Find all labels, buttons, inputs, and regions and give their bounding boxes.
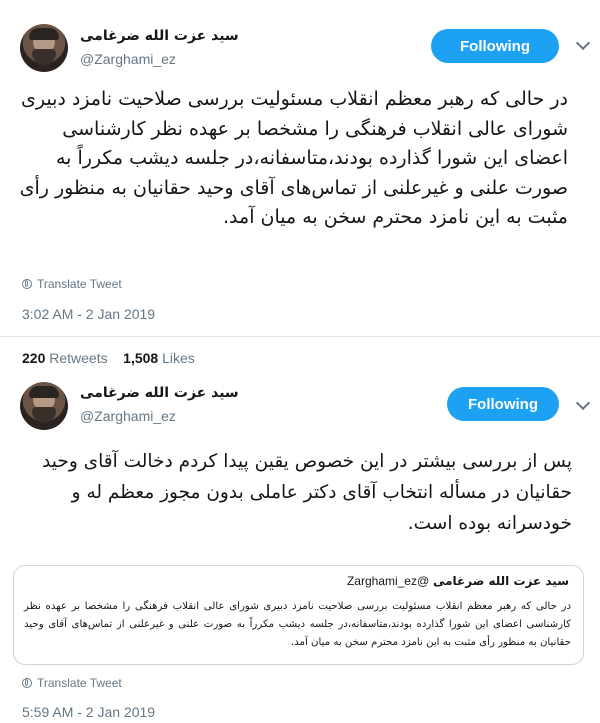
divider [0, 336, 600, 337]
tweet-text: پس از بررسی بیشتر در این خصوص یقین پیدا … [42, 451, 572, 534]
retweets-stat[interactable]: 220 Retweets [22, 350, 108, 366]
translate-tweet-link[interactable]: Translate Tweet [22, 676, 122, 690]
chevron-down-icon[interactable] [575, 35, 591, 51]
quoted-tweet[interactable]: سید عزت الله ضرغامی @Zarghami_ez در حالی… [13, 565, 584, 665]
user-handle[interactable]: @Zarghami_ez [80, 51, 176, 67]
following-button[interactable]: Following [431, 29, 559, 63]
likes-stat[interactable]: 1,508 Likes [123, 350, 195, 366]
tweet-1: سید عزت الله ضرغامی @Zarghami_ez Followi… [0, 0, 600, 370]
translate-label: Translate Tweet [37, 277, 122, 291]
quoted-display-name: سید عزت الله ضرغامی [432, 574, 569, 588]
avatar[interactable] [20, 24, 68, 72]
display-name[interactable]: سید عزت الله ضرغامی [80, 385, 239, 401]
tweet-2: سید عزت الله ضرغامی @Zarghami_ez Followi… [0, 370, 600, 723]
translate-label: Translate Tweet [37, 676, 122, 690]
avatar[interactable] [20, 382, 68, 430]
chevron-down-icon[interactable] [575, 395, 591, 411]
tweet-timestamp[interactable]: 5:59 AM - 2 Jan 2019 [22, 704, 155, 720]
quoted-tweet-header: سید عزت الله ضرغامی @Zarghami_ez [347, 574, 569, 588]
tweet-stats: 220 Retweets 1,508 Likes [22, 350, 195, 366]
quoted-tweet-text: در حالی که رهبر معظم انقلاب مسئولیت بررس… [24, 601, 571, 648]
tweet-timestamp[interactable]: 3:02 AM - 2 Jan 2019 [22, 306, 155, 322]
translate-tweet-link[interactable]: Translate Tweet [22, 277, 122, 291]
quoted-user-handle: @Zarghami_ez [346, 574, 430, 588]
globe-icon [22, 678, 32, 688]
following-button[interactable]: Following [447, 387, 559, 421]
display-name[interactable]: سید عزت الله ضرغامی [80, 28, 239, 44]
globe-icon [22, 279, 32, 289]
user-handle[interactable]: @Zarghami_ez [80, 408, 176, 424]
tweet-text: در حالی که رهبر معظم انقلاب مسئولیت بررس… [19, 88, 568, 228]
